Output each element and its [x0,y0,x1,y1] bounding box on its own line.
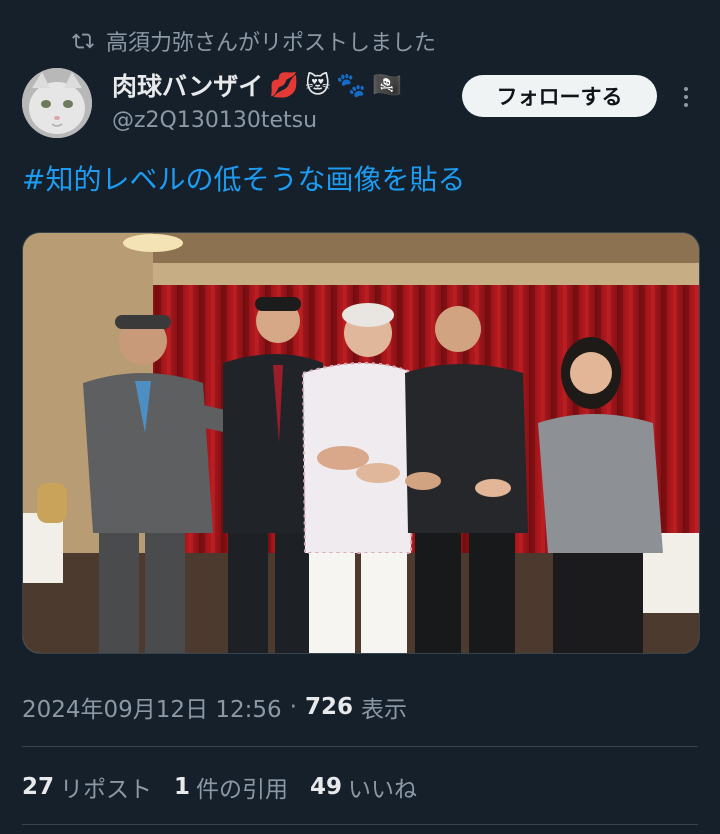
engagement-stats: 27 リポスト 1 件の引用 49 いいね [22,770,433,804]
author-block[interactable]: 肉球バンザイ 💋 😻 🐾 🏴‍☠️ @z2Q130130tetsu [112,66,402,133]
repost-text: 高須力弥さんがリポストしました [106,31,437,56]
heart-eyes-cat-emoji-icon: 😻 [305,71,331,99]
like-count: 49 [310,774,343,800]
like-count-link[interactable]: 49 いいね [310,770,417,804]
repost-count-link[interactable]: 27 リポスト [22,770,152,804]
like-count-label: いいね [348,777,418,803]
quote-count: 1 [174,774,191,800]
repost-count-label: リポスト [60,777,153,803]
tweet-hashtag[interactable]: #知的レベルの低そうな画像を貼る [22,158,465,198]
repost-count: 27 [22,774,55,800]
repost-header[interactable]: 高須力弥さんがリポストしました [72,24,436,58]
meta-separator: · [289,694,297,720]
display-name[interactable]: 肉球バンザイ [112,67,263,103]
timestamp[interactable]: 2024年09月12日 12:56 [22,690,282,724]
view-label: 表示 [361,697,407,723]
paw-prints-emoji-icon: 🐾 [336,71,367,99]
view-count: 726 [304,694,353,720]
cat-face-icon [22,68,92,138]
tweet-photo[interactable] [22,232,700,654]
pirate-flag-emoji-icon: 🏴‍☠️ [372,71,402,99]
repost-icon [72,33,94,49]
tweet-meta: 2024年09月12日 12:56 · 726 表示 [22,690,407,724]
user-handle[interactable]: @z2Q130130tetsu [112,108,402,133]
divider [22,746,698,747]
quote-count-link[interactable]: 1 件の引用 [174,770,288,804]
quote-count-label: 件の引用 [196,777,289,803]
group-photo-image [23,233,699,653]
divider [22,824,698,825]
more-icon[interactable] [674,82,698,112]
lips-emoji-icon: 💋 [269,71,300,99]
follow-button[interactable]: フォローする [462,75,657,117]
cat-avatar[interactable] [22,68,92,138]
